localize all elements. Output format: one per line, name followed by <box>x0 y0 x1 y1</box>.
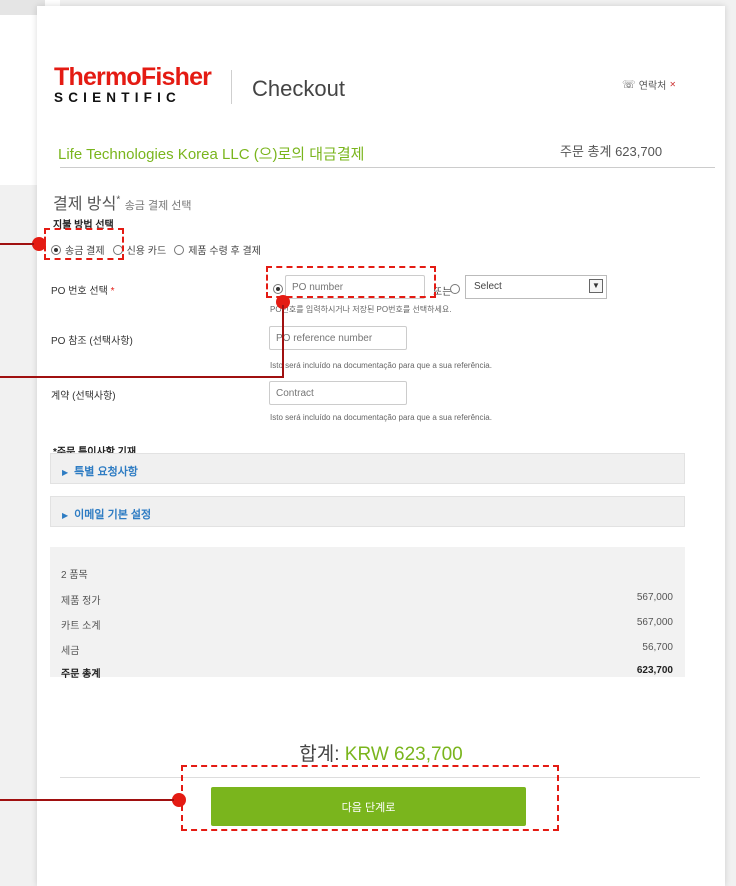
thermofisher-logo: ThermoFisher SCIENTIFIC <box>54 64 212 110</box>
accordion-special-requests[interactable]: ▶ 특별 요청사항 <box>50 453 685 484</box>
annotation-line <box>0 376 284 378</box>
payment-section-title: 결제 방식* 송금 결제 선택 <box>53 190 192 214</box>
order-summary: 2 품목 제품 정가 567,000 카트 소계 567,000 세금 56,700 … <box>50 547 685 680</box>
header-separator <box>60 167 715 168</box>
po-select-radio[interactable] <box>450 284 460 294</box>
annotation-line <box>0 243 34 245</box>
annotation-box-po-number <box>266 266 436 298</box>
summary-row-order-total: 주문 총계 623,700 <box>61 665 673 680</box>
payment-method-subtitle: 송금 결제 선택 <box>124 200 192 212</box>
contract-hint: Isto será incluído na documentação para … <box>270 413 492 422</box>
po-reference-input[interactable] <box>269 326 407 350</box>
annotation-dot <box>32 237 46 251</box>
accordion-email-settings[interactable]: ▶ 이메일 기본 설정 <box>50 496 685 527</box>
payment-option-after-receipt[interactable]: 제품 수령 후 결제 <box>174 242 261 257</box>
annotation-box-next-button <box>181 765 559 831</box>
radio-after-receipt[interactable] <box>174 244 185 255</box>
po-number-hint: PO번호를 입력하시거나 저장된 PO번호를 선택하세요. <box>270 305 452 314</box>
grand-total: 합계: KRW 623,700 <box>299 744 463 765</box>
checkout-header: ThermoFisher SCIENTIFIC Checkout ☏ 연락처 ✕ <box>54 64 704 114</box>
summary-row-list-price: 제품 정가 567,000 <box>61 592 673 607</box>
order-total-header: 주문 총계 623,700 <box>560 144 663 159</box>
po-reference-hint: Isto será incluído na documentação para … <box>270 361 492 370</box>
annotation-line <box>0 799 174 801</box>
phone-icon: ☏ <box>622 79 636 91</box>
logo-wordmark: ThermoFisher <box>54 63 212 91</box>
flag-icon: ✕ <box>669 80 677 89</box>
chevron-down-icon: ▼ <box>589 279 603 293</box>
summary-row-tax: 세금 56,700 <box>61 642 673 657</box>
page-title: Checkout <box>252 76 345 101</box>
po-number-label: PO 번호 선택 * <box>51 286 115 297</box>
po-select-dropdown[interactable]: Select ▼ <box>465 275 607 299</box>
header-divider <box>231 70 232 104</box>
caret-right-icon: ▶ <box>62 468 69 477</box>
annotation-line <box>282 305 284 377</box>
company-payment-label: Life Technologies Korea LLC (으)로의 대금결제 <box>58 146 365 163</box>
checkout-card: ThermoFisher SCIENTIFIC Checkout ☏ 연락처 ✕… <box>37 6 725 886</box>
contact-label: 연락처 <box>638 81 667 92</box>
annotation-box-payment-option <box>44 228 124 260</box>
items-count: 2 품목 <box>61 570 88 581</box>
contract-input[interactable] <box>269 381 407 405</box>
annotation-dot <box>172 793 186 807</box>
contract-label: 계약 (선택사항) <box>51 391 116 402</box>
contact-link[interactable]: ☏ 연락처 ✕ <box>622 77 676 92</box>
po-reference-label: PO 참조 (선택사항) <box>51 336 133 347</box>
summary-row-cart-subtotal: 카트 소계 567,000 <box>61 617 673 632</box>
payment-method-heading: 결제 방식* <box>53 194 121 213</box>
caret-right-icon: ▶ <box>62 511 69 520</box>
logo-subtitle: SCIENTIFIC <box>54 90 182 105</box>
